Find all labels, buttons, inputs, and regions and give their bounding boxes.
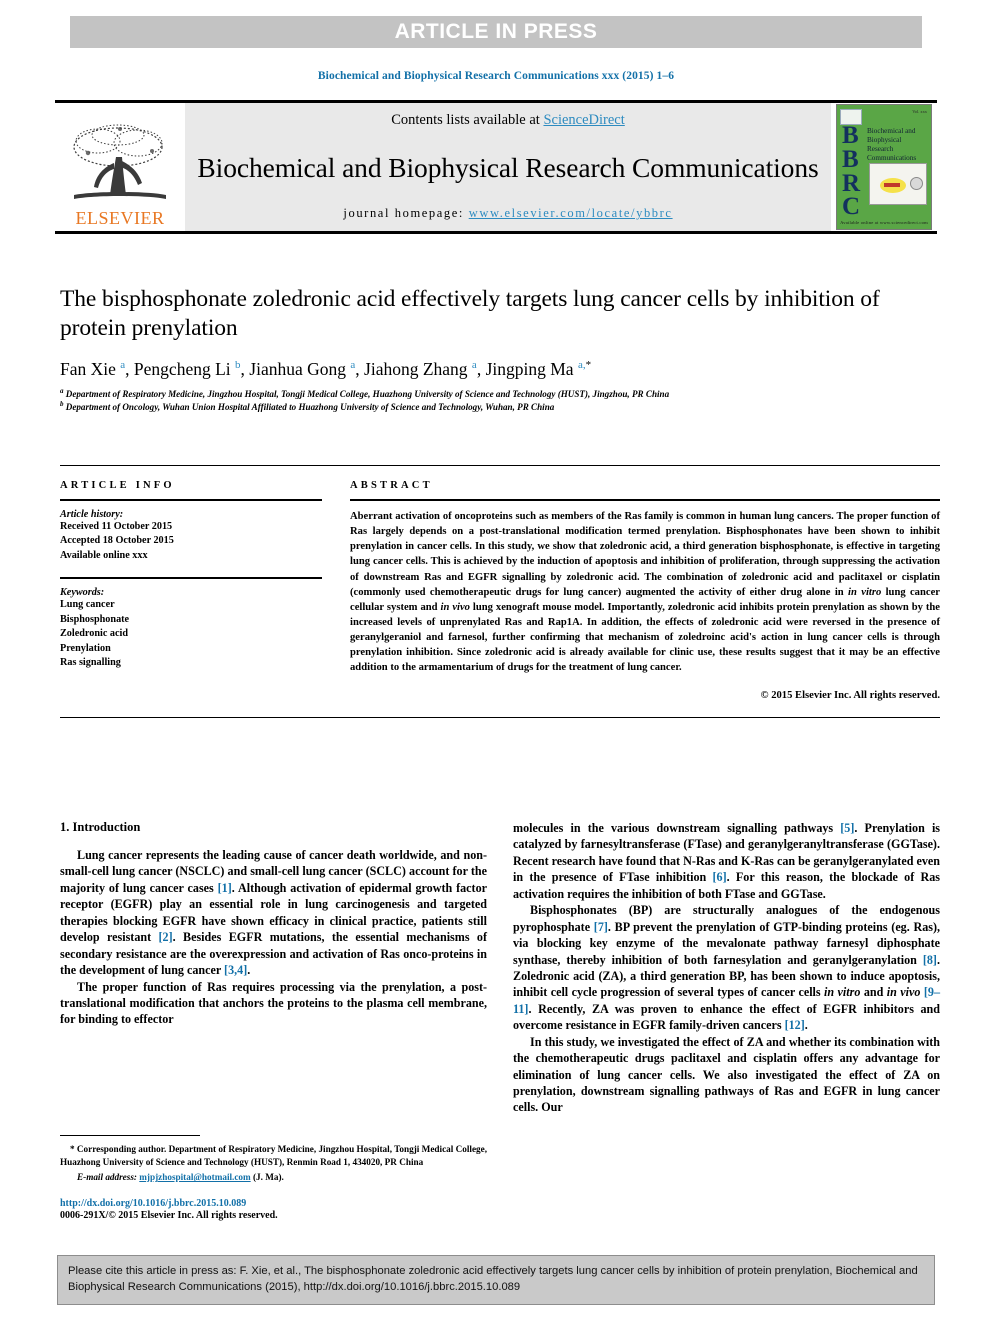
journal-cover-thumbnail: Vol. xxx BBRC Biochemical and Biophysica… bbox=[831, 103, 937, 231]
article-history-label: Article history: bbox=[60, 509, 124, 520]
issn-copyright: 0006-291X/© 2015 Elsevier Inc. All right… bbox=[60, 1210, 278, 1222]
keywords-label: Keywords: bbox=[60, 587, 105, 599]
paragraph: molecules in the various downstream sign… bbox=[513, 821, 941, 901]
article-info-heading: ARTICLE INFO bbox=[60, 480, 175, 491]
article-in-press-label: ARTICLE IN PRESS bbox=[394, 20, 598, 43]
cover-journal-title: Biochemical and Biophysical Research Com… bbox=[867, 127, 917, 162]
journal-cover-image: Vol. xxx BBRC Biochemical and Biophysica… bbox=[836, 104, 932, 230]
elsevier-tree-icon bbox=[73, 124, 166, 199]
paragraph: Bisphosphonates (BP) are structurally an… bbox=[513, 903, 941, 1033]
contents-prefix: Contents lists available at bbox=[391, 112, 544, 128]
affiliation-b: b Department of Oncology, Wuhan Union Ho… bbox=[60, 400, 555, 413]
footnote-rule bbox=[60, 1135, 200, 1136]
cover-figure bbox=[869, 163, 927, 205]
body-right-column: molecules in the various downstream sign… bbox=[513, 820, 940, 1116]
cover-volume-label: Vol. xxx bbox=[912, 109, 927, 114]
paragraph: In this study, we investigated the effec… bbox=[513, 1034, 940, 1115]
body-columns: 1. Introduction Lung cancer represents t… bbox=[60, 820, 940, 1116]
abstract-column: ABSTRACT Aberrant activation of oncoprot… bbox=[350, 480, 940, 701]
journal-homepage-link[interactable]: www.elsevier.com/locate/ybbrc bbox=[469, 206, 673, 220]
paragraph: The proper function of Ras requires proc… bbox=[60, 979, 487, 1027]
cover-figure-arrow bbox=[884, 183, 900, 187]
paragraph: Lung cancer represents the leading cause… bbox=[60, 848, 487, 978]
cover-bbrc-letters: BBRC bbox=[842, 122, 860, 221]
article-accepted: Accepted 18 October 2015 bbox=[60, 535, 174, 547]
article-received: Received 11 October 2015 bbox=[60, 521, 173, 532]
doi-link[interactable]: http://dx.doi.org/10.1016/j.bbrc.2015.10… bbox=[60, 1198, 487, 1209]
article-info-rule bbox=[60, 499, 322, 501]
elsevier-logo: ELSEVIER bbox=[55, 103, 185, 231]
abstract-heading: ABSTRACT bbox=[350, 480, 433, 491]
elsevier-wordmark: ELSEVIER bbox=[75, 208, 165, 228]
contents-line: Contents lists available at ScienceDirec… bbox=[391, 112, 625, 129]
journal-homepage-line: journal homepage: www.elsevier.com/locat… bbox=[343, 206, 672, 221]
cover-figure-circle bbox=[910, 177, 923, 190]
cite-this-article-text: Please cite this article in press as: F.… bbox=[68, 1265, 918, 1294]
title-block: The bisphosphonate zoledronic acid effec… bbox=[60, 285, 940, 413]
homepage-prefix: journal homepage: bbox=[343, 206, 469, 220]
sciencedirect-link[interactable]: ScienceDirect bbox=[543, 112, 624, 128]
keyword-item: Ras signalling bbox=[60, 657, 121, 669]
body-left-column: 1. Introduction Lung cancer represents t… bbox=[60, 820, 487, 1116]
email-label: E-mail address: bbox=[77, 1172, 137, 1183]
keyword-item: Zoledronic acid bbox=[60, 628, 129, 640]
article-page: ARTICLE IN PRESS Biochemical and Biophys… bbox=[0, 0, 992, 1323]
running-head: Biochemical and Biophysical Research Com… bbox=[317, 70, 675, 82]
page-title: The bisphosphonate zoledronic acid effec… bbox=[60, 286, 880, 342]
doi-block: http://dx.doi.org/10.1016/j.bbrc.2015.10… bbox=[60, 1198, 487, 1221]
journal-title: Biochemical and Biophysical Research Com… bbox=[197, 151, 819, 183]
abstract-rule bbox=[350, 499, 940, 501]
corresponding-author-footnote: * Corresponding author. Department of Re… bbox=[60, 1135, 487, 1221]
article-in-press-banner: ARTICLE IN PRESS bbox=[70, 16, 922, 48]
author-list: Fan Xie a, Pengcheng Li b, Jianhua Gong … bbox=[60, 359, 592, 380]
journal-header-box: Contents lists available at ScienceDirec… bbox=[185, 103, 831, 231]
keywords-rule bbox=[60, 577, 322, 580]
affiliation-b-text: Department of Oncology, Wuhan Union Hosp… bbox=[65, 402, 555, 413]
article-info-column: ARTICLE INFO Article history: Received 1… bbox=[60, 480, 322, 701]
section-title-introduction: 1. Introduction bbox=[60, 820, 141, 834]
cover-footer-label: Available online at www.sciencedirect.co… bbox=[840, 220, 928, 225]
email-link[interactable]: mjpjzhospital@hotmail.com bbox=[139, 1172, 250, 1182]
corresponding-author-text: * Corresponding author. Department of Re… bbox=[60, 1144, 487, 1167]
keyword-item: Prenylation bbox=[60, 642, 111, 654]
abstract-copyright: © 2015 Elsevier Inc. All rights reserved… bbox=[760, 689, 940, 701]
abstract-body: Aberrant activation of oncoproteins such… bbox=[350, 511, 940, 674]
affiliation-a: a Department of Respiratory Medicine, Ji… bbox=[60, 387, 670, 400]
info-abstract-panel: ARTICLE INFO Article history: Received 1… bbox=[60, 465, 940, 718]
keyword-item: Lung cancer bbox=[60, 599, 115, 611]
article-available-online: Available online xxx bbox=[60, 549, 148, 561]
email-line: E-mail address: mjpjzhospital@hotmail.co… bbox=[60, 1172, 487, 1182]
journal-masthead: ELSEVIER Contents lists available at Sci… bbox=[55, 100, 937, 234]
cite-this-article-box: Please cite this article in press as: F.… bbox=[57, 1255, 935, 1305]
email-suffix: (J. Ma). bbox=[252, 1172, 284, 1183]
affiliation-a-text: Department of Respiratory Medicine, Jing… bbox=[65, 389, 670, 400]
keyword-item: Bisphosphonate bbox=[60, 613, 130, 625]
panel-bottom-rule bbox=[60, 716, 940, 718]
